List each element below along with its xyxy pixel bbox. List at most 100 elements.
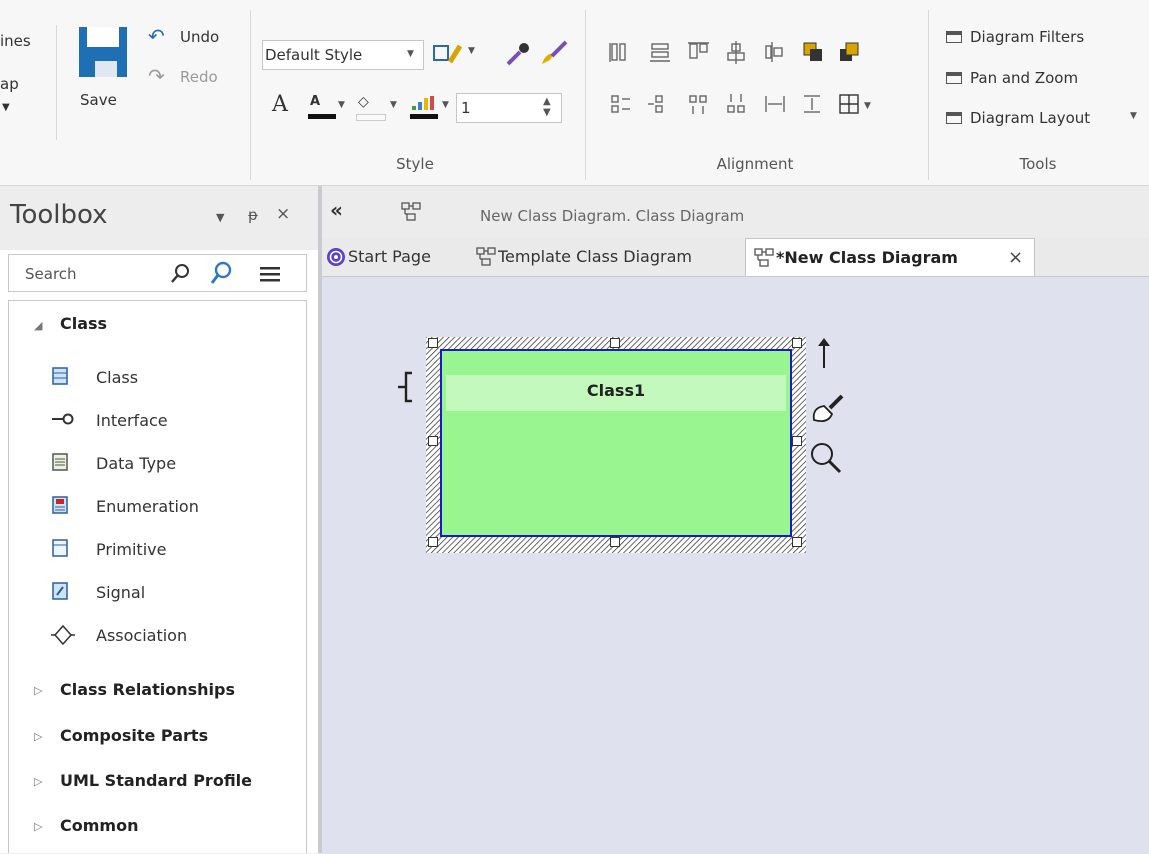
category-label: Class Relationships [60, 680, 235, 699]
chevron-down-icon[interactable]: ▼ [338, 100, 345, 110]
line-color-button[interactable] [408, 94, 438, 124]
category-class[interactable]: ◢ Class [10, 312, 300, 340]
toolbox-item-class[interactable]: Class [50, 366, 300, 394]
diagram-filters-label: Diagram Filters [970, 28, 1085, 46]
resize-handle[interactable] [610, 338, 620, 348]
resize-handle[interactable] [792, 537, 802, 547]
zoom-magnifier-icon[interactable] [808, 440, 844, 476]
toolbox-item-label: Data Type [96, 454, 177, 473]
fill-color-button[interactable]: ◇ [354, 94, 386, 124]
port-bracket-icon[interactable] [396, 371, 416, 403]
group-label-style: Style [396, 155, 434, 173]
interface-icon [52, 413, 74, 425]
group-label-tools: Tools [1019, 155, 1057, 173]
save-label: Save [80, 91, 117, 109]
paintbrush-icon[interactable] [538, 38, 570, 68]
collapsed-triangle-icon: ▷ [34, 730, 43, 743]
redo-button[interactable]: ↷ Redo [148, 64, 240, 92]
line-width-stepper[interactable]: 1 ▲ ▼ [456, 93, 562, 123]
tab-template-class-diagram[interactable]: Template Class Diagram [476, 240, 738, 274]
enumeration-icon [52, 496, 68, 514]
save-icon [79, 27, 127, 77]
chevron-down-icon[interactable]: ▼ [442, 100, 449, 110]
resize-handle[interactable] [610, 537, 620, 547]
category-uml-standard-profile[interactable]: ▷ UML Standard Profile [10, 769, 300, 797]
spin-arrows-icon[interactable]: ▲ ▼ [543, 96, 551, 118]
pan-and-zoom-button[interactable]: Pan and Zoom [946, 69, 1146, 95]
class-element[interactable]: Class1 [440, 349, 792, 537]
collapsed-triangle-icon: ▷ [34, 820, 43, 833]
toolbox-item-data-type[interactable]: Data Type [50, 452, 300, 480]
collapse-panel-icon[interactable]: « [330, 198, 343, 222]
toolbox-item-primitive[interactable]: Primitive [50, 538, 300, 566]
close-icon[interactable]: × [276, 204, 290, 224]
category-label: UML Standard Profile [60, 771, 253, 790]
class-icon [52, 367, 68, 385]
dropdown-arrow-icon[interactable]: ▼ [2, 102, 10, 113]
toolbox-search[interactable]: Search [8, 254, 307, 292]
primitive-icon [52, 539, 68, 557]
search-input[interactable]: Search [25, 265, 77, 283]
advanced-search-icon[interactable] [209, 261, 233, 287]
font-color-icon: A [310, 94, 321, 109]
category-label: Composite Parts [60, 726, 209, 745]
resize-handle[interactable] [428, 436, 438, 446]
diagram-filters-button[interactable]: Diagram Filters [946, 28, 1146, 54]
class-diagram-icon [476, 247, 496, 266]
resize-handle[interactable] [792, 338, 802, 348]
alignment-icons-row-2[interactable]: ▼ [608, 92, 908, 118]
window-icon [946, 72, 962, 84]
start-page-icon [327, 248, 345, 266]
resize-handle[interactable] [792, 436, 802, 446]
group-label-alignment: Alignment [716, 155, 794, 173]
search-icon[interactable] [169, 263, 191, 285]
ribbon: ines ap ▼ Save ↶ Undo ↷ Redo Default Sty… [0, 0, 1149, 186]
toolbox-item-enumeration[interactable]: Enumeration [50, 495, 300, 523]
pin-icon[interactable]: ᵽ [248, 206, 258, 224]
window-icon [946, 112, 962, 124]
expanded-triangle-icon: ◢ [34, 319, 43, 332]
class-diagram-icon [754, 248, 774, 267]
diagram-layout-label: Diagram Layout [970, 109, 1091, 127]
quick-linker-arrow-icon[interactable] [814, 336, 834, 368]
appearance-brush-icon[interactable] [808, 392, 848, 426]
tab-new-class-diagram[interactable]: *New Class Diagram × [745, 238, 1035, 276]
redo-label: Redo [180, 68, 218, 86]
diagram-layout-button[interactable]: Diagram Layout ▼ [946, 109, 1146, 135]
category-common[interactable]: ▷ Common [10, 814, 300, 842]
toolbox-item-association[interactable]: Association [50, 624, 300, 652]
toolbox-item-signal[interactable]: Signal [50, 581, 300, 609]
resize-handle[interactable] [428, 537, 438, 547]
font-icon[interactable]: A [272, 92, 288, 117]
pan-and-zoom-label: Pan and Zoom [970, 69, 1079, 87]
category-class-relationships[interactable]: ▷ Class Relationships [10, 678, 300, 706]
alignment-icons-row-1[interactable] [608, 40, 888, 66]
partial-ribbon-label[interactable]: ap [0, 75, 19, 93]
data-type-icon [52, 453, 68, 471]
save-button[interactable]: Save [75, 25, 135, 125]
line-color-icon [412, 96, 434, 110]
toolbox-item-interface[interactable]: Interface [50, 409, 300, 437]
chevron-down-icon[interactable]: ▼ [216, 211, 224, 224]
tab-label: *New Class Diagram [776, 248, 958, 267]
font-color-button[interactable]: A [306, 94, 336, 124]
class-name[interactable]: Class1 [442, 381, 790, 400]
category-composite-parts[interactable]: ▷ Composite Parts [10, 724, 300, 752]
close-tab-icon[interactable]: × [1008, 241, 1023, 275]
eyedropper-icon[interactable] [504, 40, 532, 68]
undo-button[interactable]: ↶ Undo [148, 24, 240, 52]
resize-handle[interactable] [428, 338, 438, 348]
chevron-down-icon[interactable]: ▼ [468, 46, 475, 56]
chevron-down-icon[interactable]: ▼ [390, 100, 397, 110]
partial-ribbon-label[interactable]: ines [0, 32, 31, 50]
collapsed-triangle-icon: ▷ [34, 684, 43, 697]
collapsed-triangle-icon: ▷ [34, 775, 43, 788]
tab-label: Start Page [348, 247, 431, 266]
style-select[interactable]: Default Style ▼ [262, 40, 424, 70]
format-painter-icon[interactable] [432, 40, 464, 68]
tab-start-page[interactable]: Start Page [326, 240, 466, 274]
svg-text:▼: ▼ [864, 101, 871, 111]
style-select-value: Default Style [265, 46, 363, 64]
line-width-value: 1 [461, 99, 471, 117]
menu-icon[interactable] [259, 265, 281, 283]
